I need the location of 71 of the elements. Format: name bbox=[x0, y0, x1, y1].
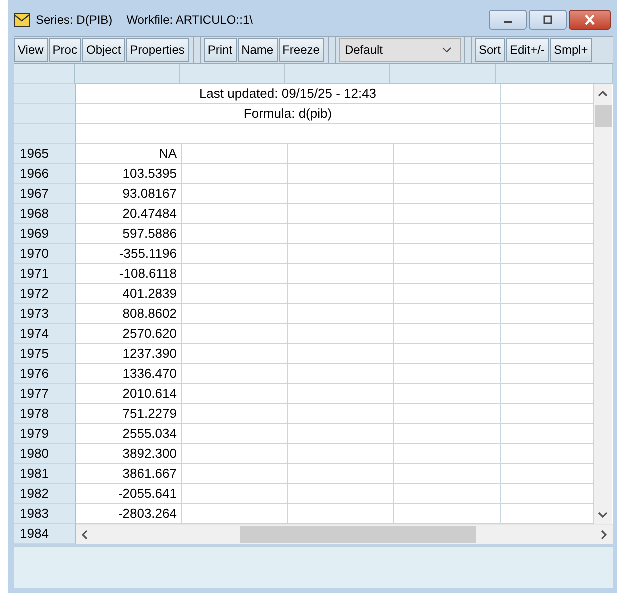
row-header[interactable]: 1983 bbox=[14, 504, 76, 524]
table-cell: 1237.390 bbox=[76, 344, 182, 364]
table-cell: -355.1196 bbox=[76, 244, 182, 264]
toolbar-button[interactable]: View bbox=[14, 38, 48, 62]
row-header bbox=[14, 124, 76, 144]
table-cell: 2570.620 bbox=[76, 324, 182, 344]
row-header[interactable]: 1981 bbox=[14, 464, 76, 484]
view-dropdown[interactable]: Default bbox=[338, 38, 461, 62]
row-header[interactable]: 1975 bbox=[14, 344, 76, 364]
table-cell: 1336.470 bbox=[76, 364, 182, 384]
workfile-name: Workfile: ARTICULO::1\ bbox=[126, 13, 253, 27]
toolbar-button[interactable]: Name bbox=[238, 38, 278, 62]
scroll-down-icon[interactable] bbox=[598, 512, 608, 518]
chevron-down-icon[interactable] bbox=[442, 47, 452, 53]
row-header[interactable]: 1984 bbox=[14, 524, 76, 544]
table-cell: 808.8602 bbox=[76, 304, 182, 324]
scroll-thumb[interactable] bbox=[240, 526, 476, 543]
scroll-thumb[interactable] bbox=[594, 105, 612, 127]
scroll-left-icon[interactable] bbox=[82, 530, 88, 540]
window-title: Series: D(PIB) bbox=[36, 13, 113, 27]
row-header[interactable]: 1967 bbox=[14, 184, 76, 204]
table-cell: 2555.034 bbox=[76, 424, 182, 444]
minimize-button[interactable] bbox=[489, 10, 527, 30]
row-header[interactable]: 1972 bbox=[14, 284, 76, 304]
maximize-icon[interactable] bbox=[541, 15, 555, 25]
toolbar-button[interactable]: Sort bbox=[474, 38, 505, 62]
row-header[interactable]: 1968 bbox=[14, 204, 76, 224]
toolbar-button[interactable]: Freeze bbox=[278, 38, 324, 62]
row-header[interactable]: 1976 bbox=[14, 364, 76, 384]
row-header[interactable]: 1980 bbox=[14, 444, 76, 464]
row-header[interactable]: 1971 bbox=[14, 264, 76, 284]
table-cell: -108.6118 bbox=[76, 264, 182, 284]
row-header[interactable]: 1979 bbox=[14, 424, 76, 444]
info-cell: Last updated: 09/15/25 - 12:43 bbox=[76, 84, 501, 104]
row-header[interactable]: 1982 bbox=[14, 484, 76, 504]
table-cell: 20.47484 bbox=[76, 204, 182, 224]
table-cell: 3892.300 bbox=[76, 444, 182, 464]
row-header[interactable]: 1973 bbox=[14, 304, 76, 324]
toolbar-button[interactable]: Proc bbox=[48, 38, 82, 62]
table-cell: 401.2839 bbox=[76, 284, 182, 304]
row-header[interactable]: 1977 bbox=[14, 384, 76, 404]
table-cell: 751.2279 bbox=[76, 404, 182, 424]
row-header[interactable]: 1966 bbox=[14, 164, 76, 184]
close-icon[interactable] bbox=[583, 14, 597, 26]
table-cell: 103.5395 bbox=[76, 164, 182, 184]
row-header[interactable]: 1969 bbox=[14, 224, 76, 244]
table-cell: NA bbox=[76, 144, 182, 164]
table-cell: 93.08167 bbox=[76, 184, 182, 204]
row-header bbox=[14, 104, 76, 124]
toolbar-button[interactable]: Smpl+ bbox=[550, 38, 592, 62]
horizontal-scrollbar[interactable] bbox=[76, 524, 613, 544]
row-header bbox=[14, 84, 76, 104]
maximize-button[interactable] bbox=[529, 10, 567, 30]
envelope-icon bbox=[14, 13, 30, 27]
info-cell: Formula: d(pib) bbox=[76, 104, 501, 124]
scroll-up-icon[interactable] bbox=[598, 91, 608, 97]
toolbar-button[interactable]: Object bbox=[82, 38, 126, 62]
row-header[interactable]: 1974 bbox=[14, 324, 76, 344]
toolbar-button[interactable]: Properties bbox=[126, 38, 189, 62]
row-header[interactable]: 1970 bbox=[14, 244, 76, 264]
close-button[interactable] bbox=[569, 10, 611, 30]
row-header[interactable]: 1965 bbox=[14, 144, 76, 164]
toolbar-button[interactable]: Print bbox=[204, 38, 237, 62]
toolbar-button[interactable]: Edit+/- bbox=[506, 38, 549, 62]
table-cell: 597.5886 bbox=[76, 224, 182, 244]
row-header[interactable]: 1978 bbox=[14, 404, 76, 424]
table-cell: -2055.641 bbox=[76, 484, 182, 504]
scroll-right-icon[interactable] bbox=[601, 530, 607, 540]
table-cell: 2010.614 bbox=[76, 384, 182, 404]
table-cell: 3861.667 bbox=[76, 464, 182, 484]
vertical-scrollbar[interactable] bbox=[594, 84, 612, 524]
